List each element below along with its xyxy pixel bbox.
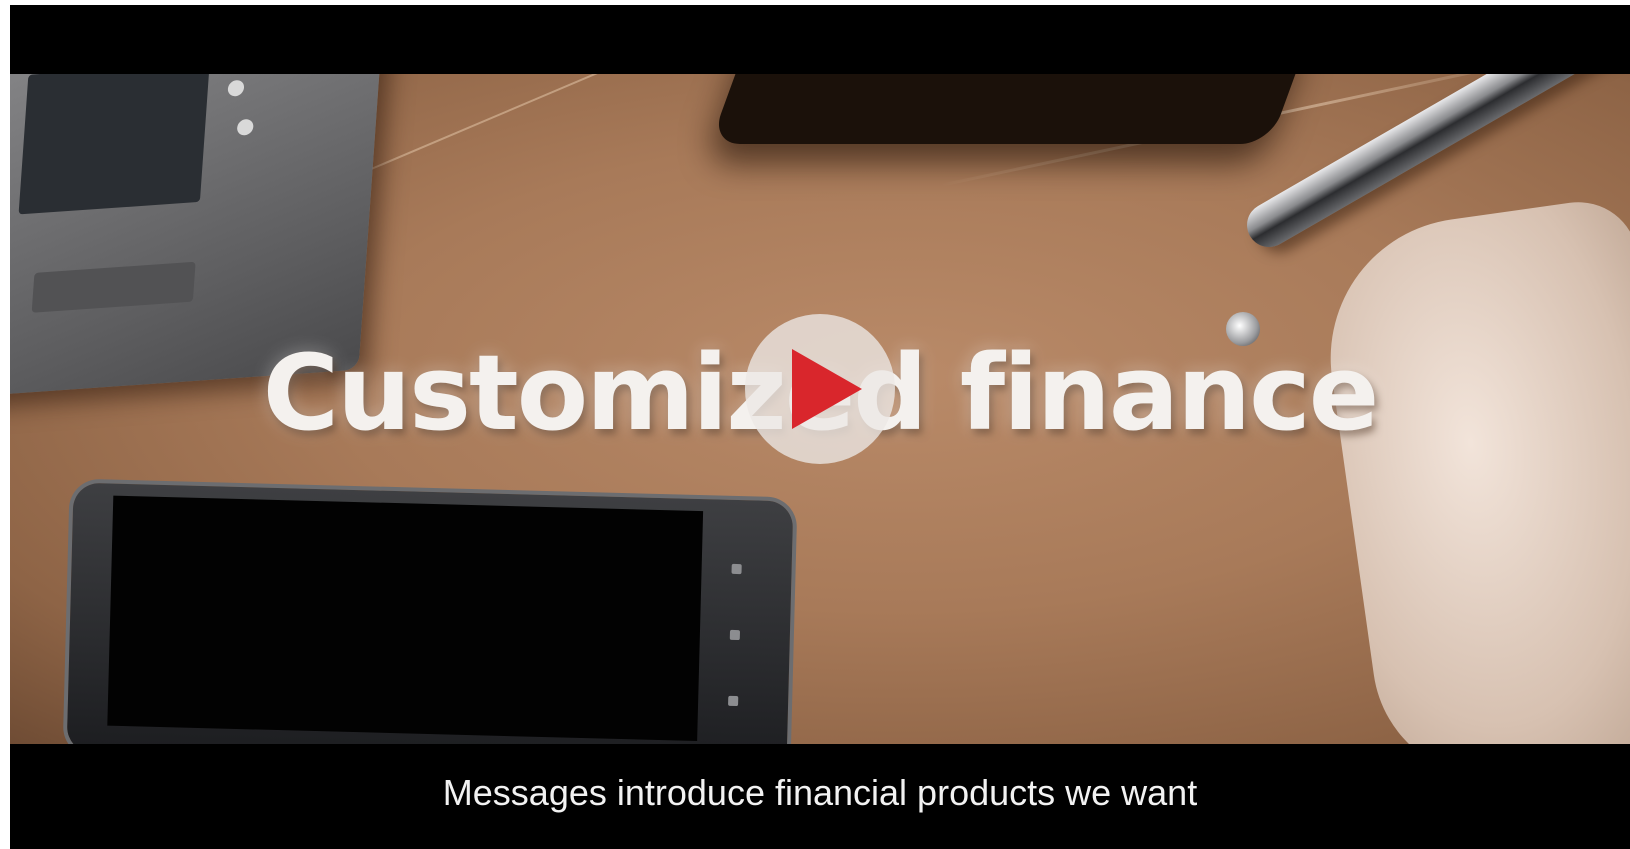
smartphone-button — [731, 563, 742, 575]
device-key — [236, 118, 254, 136]
device-bar — [31, 261, 196, 313]
play-button[interactable] — [745, 314, 895, 464]
subtitle-bar: Messages introduce financial products we… — [10, 744, 1630, 849]
dark-object-shadow — [709, 74, 1311, 144]
play-icon — [792, 349, 862, 429]
letterbox-top — [10, 5, 1630, 74]
smartphone-screen — [107, 495, 704, 742]
smartphone — [66, 482, 794, 744]
smartphone-button — [728, 695, 739, 707]
smartphone-button — [729, 629, 741, 641]
device-screen — [18, 74, 210, 215]
hand — [1312, 194, 1630, 744]
device-key — [227, 79, 245, 97]
video-subtitle: Messages introduce financial products we… — [442, 772, 1198, 813]
video-player[interactable]: Customized finance Messages introduce fi… — [10, 5, 1630, 849]
